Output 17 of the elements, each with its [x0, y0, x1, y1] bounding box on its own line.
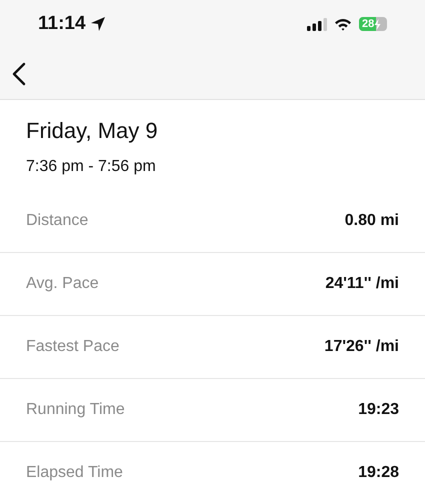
- stat-value: 24'11'' /mi: [325, 275, 399, 293]
- location-arrow-icon: [90, 16, 106, 32]
- stat-label: Avg. Pace: [26, 275, 99, 293]
- stat-label: Distance: [26, 212, 88, 230]
- stat-label: Running Time: [26, 401, 125, 419]
- stat-value: 17'26'' /mi: [324, 338, 399, 356]
- activity-date: Friday, May 9: [26, 118, 159, 144]
- status-time: 11:14: [38, 13, 86, 35]
- stat-value: 19:23: [358, 401, 399, 419]
- signal-icon: [307, 18, 327, 30]
- stat-label: Elapsed Time: [26, 464, 123, 482]
- wifi-icon: [334, 18, 352, 30]
- stat-value: 19:28: [358, 464, 399, 482]
- stat-label: Fastest Pace: [26, 338, 120, 356]
- activity-time-range: 7:36 pm - 7:56 pm: [26, 158, 157, 176]
- stat-value: 0.80 mi: [344, 212, 399, 230]
- battery-indicator: 28: [359, 17, 387, 31]
